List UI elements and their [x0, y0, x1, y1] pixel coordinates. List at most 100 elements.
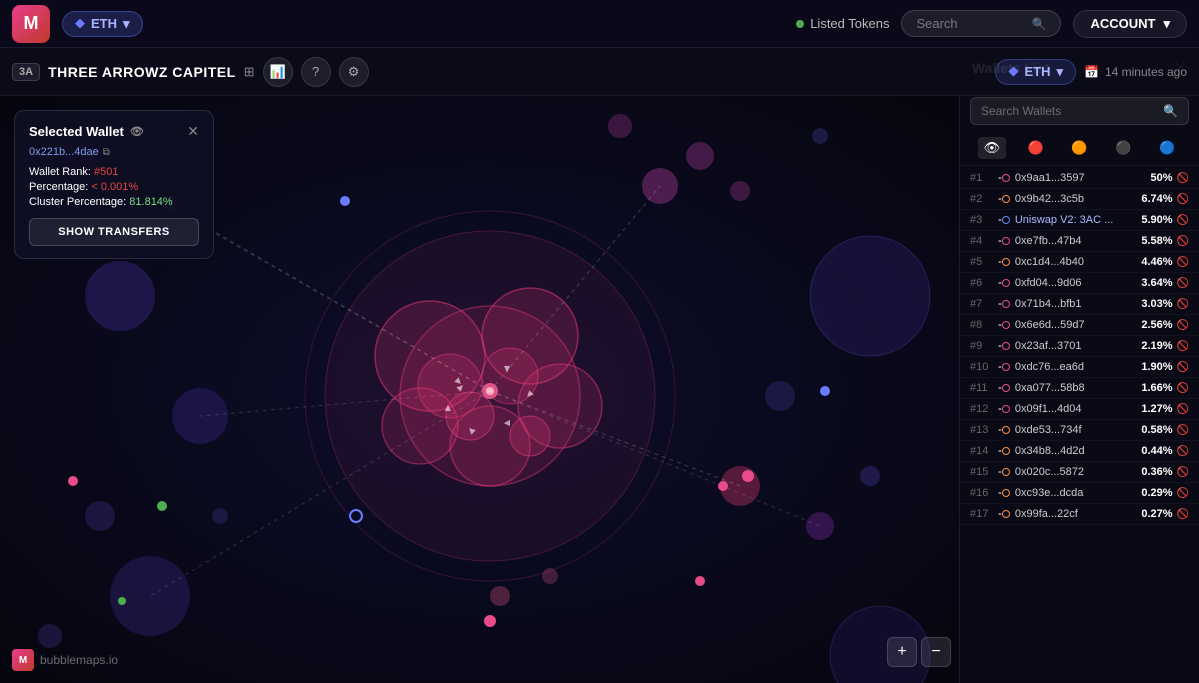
filter-icon-4[interactable]: 🔵 — [1153, 137, 1181, 159]
wallet-rank-row: Wallet Rank: #501 — [29, 166, 199, 178]
wallet-address: 0xa077...58b8 — [1015, 382, 1142, 394]
wallet-rank: #4 — [970, 235, 998, 247]
wallet-rank: #11 — [970, 382, 998, 394]
wallet-hide-icon[interactable]: 🚫 — [1177, 278, 1189, 289]
copy-address-icon[interactable]: ⧉ — [103, 147, 110, 158]
wallet-address: 0xc1d4...4b40 — [1015, 256, 1142, 268]
cluster-expand-icon[interactable]: ⊞ — [244, 64, 255, 80]
wallet-list-item[interactable]: #16 - 0xc93e...dcda 0.29% 🚫 — [960, 483, 1199, 504]
cluster-name: THREE ARROWZ CAPITEL — [48, 64, 236, 80]
wallet-dot-icon — [1002, 468, 1010, 476]
wallet-list-item[interactable]: #10 - 0xdc76...ea6d 1.90% 🚫 — [960, 357, 1199, 378]
account-button[interactable]: ACCOUNT ▾ — [1073, 10, 1187, 38]
wallet-dot-icon — [1002, 489, 1010, 497]
wallet-list-item[interactable]: #12 - 0x09f1...4d04 1.27% 🚫 — [960, 399, 1199, 420]
wallet-list-item[interactable]: #9 - 0x23af...3701 2.19% 🚫 — [960, 336, 1199, 357]
cluster-id-badge: 3A — [12, 63, 40, 81]
zoom-out-button[interactable]: − — [921, 637, 951, 667]
wallet-hide-icon[interactable]: 🚫 — [1177, 467, 1189, 478]
wallet-percentage: 4.46% — [1141, 256, 1172, 268]
wallet-address: 0x9aa1...3597 — [1015, 172, 1151, 184]
wallet-dot-icon — [1002, 321, 1010, 329]
wallet-hide-icon[interactable]: 🚫 — [1177, 509, 1189, 520]
wallet-address: 0xc93e...dcda — [1015, 487, 1142, 499]
wallet-address: 0x6e6d...59d7 — [1015, 319, 1142, 331]
wallet-list-item[interactable]: #6 - 0xfd04...9d06 3.64% 🚫 — [960, 273, 1199, 294]
wallet-hide-icon[interactable]: 🚫 — [1177, 236, 1189, 247]
global-search-bar[interactable]: 🔍 — [901, 10, 1061, 37]
wallet-hide-icon[interactable]: 🚫 — [1177, 257, 1189, 268]
wallet-search-bar[interactable]: 🔍 — [970, 97, 1189, 125]
bubblemaps-brand: bubblemaps.io — [40, 653, 118, 667]
logo: M — [12, 5, 50, 43]
wallet-percentage: 5.90% — [1141, 214, 1172, 226]
filter-icon-2[interactable]: 🟠 — [1065, 137, 1093, 159]
wallet-list-item[interactable]: #11 - 0xa077...58b8 1.66% 🚫 — [960, 378, 1199, 399]
wallet-percentage: 6.74% — [1141, 193, 1172, 205]
svg-text:▶: ▶ — [443, 404, 452, 411]
settings-icon-button[interactable]: ⚙ — [339, 57, 369, 87]
wallet-dot-icon — [1002, 447, 1010, 455]
wallet-eye-icon[interactable]: 👁 — [130, 125, 144, 138]
chart-icon-button[interactable]: 📊 — [263, 57, 293, 87]
wallet-hide-icon[interactable]: 🚫 — [1177, 383, 1189, 394]
timestamp: 📅 14 minutes ago — [1084, 65, 1187, 79]
wallet-list-item[interactable]: #13 - 0xde53...734f 0.58% 🚫 — [960, 420, 1199, 441]
search-icon: 🔍 — [1163, 104, 1178, 118]
wallet-list-item[interactable]: #1 - 0x9aa1...3597 50% 🚫 — [960, 168, 1199, 189]
listed-tokens-link[interactable]: Listed Tokens — [796, 16, 889, 31]
wallet-percentage: 0.29% — [1141, 487, 1172, 499]
eth-chain-button[interactable]: ETH ▾ — [995, 59, 1076, 85]
wallet-dot-icon — [1002, 510, 1010, 518]
wallet-dot-icon — [1002, 363, 1010, 371]
wallet-dot-icon — [1002, 300, 1010, 308]
green-dot-icon — [796, 20, 804, 28]
zoom-in-button[interactable]: + — [887, 637, 917, 667]
wallet-list-item[interactable]: #14 - 0x34b8...4d2d 0.44% 🚫 — [960, 441, 1199, 462]
wallet-rank: #5 — [970, 256, 998, 268]
wallet-percentage: 0.27% — [1141, 508, 1172, 520]
wallet-list-item[interactable]: #7 - 0x71b4...bfb1 3.03% 🚫 — [960, 294, 1199, 315]
wallet-list-item[interactable]: #15 - 0x020c...5872 0.36% 🚫 — [960, 462, 1199, 483]
wallet-dot-icon — [1002, 405, 1010, 413]
wallet-close-button[interactable]: ✕ — [187, 123, 199, 140]
filter-icon-3[interactable]: ⚫ — [1109, 137, 1137, 159]
wallet-hide-icon[interactable]: 🚫 — [1177, 488, 1189, 499]
wallet-hide-icon[interactable]: 🚫 — [1177, 446, 1189, 457]
wallet-list-item[interactable]: #17 - 0x99fa...22cf 0.27% 🚫 — [960, 504, 1199, 525]
eth-network-badge[interactable]: ETH ▾ — [62, 11, 143, 37]
wallet-hide-icon[interactable]: 🚫 — [1177, 173, 1189, 184]
wallet-dot-icon — [1002, 258, 1010, 266]
filter-icon-1[interactable]: 🔴 — [1022, 137, 1050, 159]
wallet-list-item[interactable]: #8 - 0x6e6d...59d7 2.56% 🚫 — [960, 315, 1199, 336]
wallet-hide-icon[interactable]: 🚫 — [1177, 404, 1189, 415]
wallet-hide-icon[interactable]: 🚫 — [1177, 215, 1189, 226]
wallet-rank: #2 — [970, 193, 998, 205]
view-all-icon[interactable]: 👁 — [978, 137, 1006, 159]
wallet-hide-icon[interactable]: 🚫 — [1177, 194, 1189, 205]
wallet-hide-icon[interactable]: 🚫 — [1177, 299, 1189, 310]
wallet-percentage: 3.64% — [1141, 277, 1172, 289]
show-transfers-button[interactable]: SHOW TRANSFERS — [29, 218, 199, 246]
wallet-hide-icon[interactable]: 🚫 — [1177, 320, 1189, 331]
wallets-list[interactable]: #1 - 0x9aa1...3597 50% 🚫 #2 - 0x9b42...3… — [960, 166, 1199, 683]
wallet-address[interactable]: 0x221b...4dae ⧉ — [29, 146, 199, 158]
global-search-input[interactable] — [916, 16, 1023, 31]
wallet-percentage: 0.58% — [1141, 424, 1172, 436]
wallet-search-input[interactable] — [981, 104, 1157, 118]
wallet-rank: #9 — [970, 340, 998, 352]
wallet-cluster-pct-row: Cluster Percentage: 81.814% — [29, 196, 199, 208]
wallet-hide-icon[interactable]: 🚫 — [1177, 341, 1189, 352]
wallet-list-item[interactable]: #4 - 0xe7fb...47b4 5.58% 🚫 — [960, 231, 1199, 252]
wallet-hide-icon[interactable]: 🚫 — [1177, 425, 1189, 436]
wallet-rank: #16 — [970, 487, 998, 499]
wallet-hide-icon[interactable]: 🚫 — [1177, 362, 1189, 373]
wallet-list-item[interactable]: #3 - Uniswap V2: 3AC ... 5.90% 🚫 — [960, 210, 1199, 231]
wallet-rank: #7 — [970, 298, 998, 310]
wallet-address: 0xfd04...9d06 — [1015, 277, 1142, 289]
wallet-list-item[interactable]: #5 - 0xc1d4...4b40 4.46% 🚫 — [960, 252, 1199, 273]
wallet-percentage: 1.27% — [1141, 403, 1172, 415]
help-icon-button[interactable]: ? — [301, 57, 331, 87]
wallet-list-item[interactable]: #2 - 0x9b42...3c5b 6.74% 🚫 — [960, 189, 1199, 210]
eth-diamond2-icon — [1008, 67, 1018, 77]
